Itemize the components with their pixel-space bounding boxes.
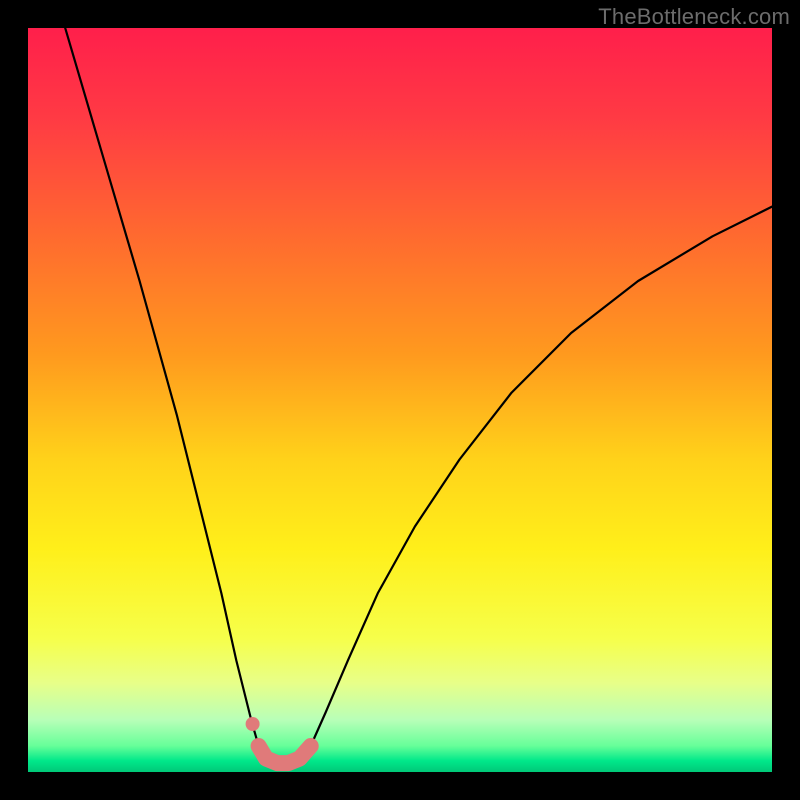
chart-frame <box>28 28 772 772</box>
chart-plot-area <box>28 28 772 772</box>
watermark-text: TheBottleneck.com <box>598 4 790 30</box>
highlight-dot-icon <box>246 717 260 731</box>
bottleneck-curve <box>65 28 772 763</box>
highlight-zone <box>259 746 311 763</box>
